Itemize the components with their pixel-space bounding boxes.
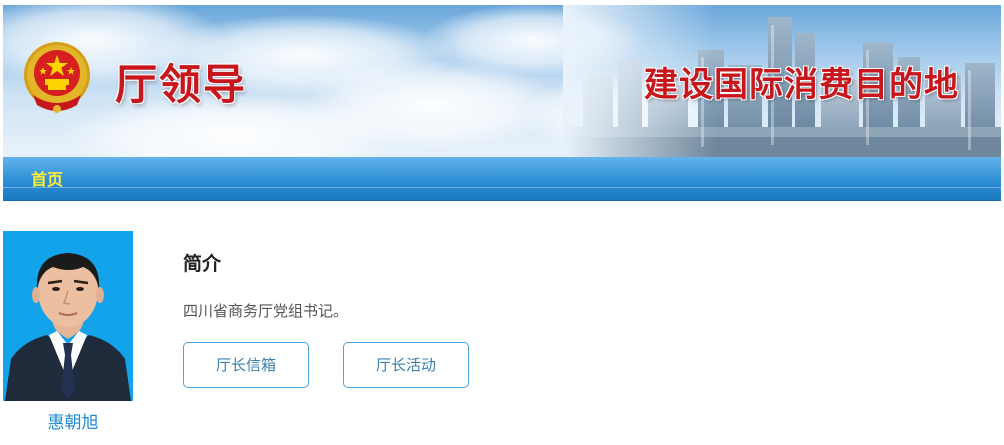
nav-home-link[interactable]: 首页 — [31, 166, 63, 190]
official-portrait-photo — [3, 231, 133, 401]
main-nav-bar: 首页 — [3, 157, 1001, 201]
banner-slogan: 建设国际消费目的地 — [644, 65, 959, 105]
page-title: 厅领导 — [115, 60, 248, 109]
intro-heading: 简介 — [183, 253, 222, 275]
intro-text: 四川省商务厅党组书记。 — [183, 302, 349, 320]
portrait-figure — [5, 253, 131, 401]
header-banner: 厅领导 建设国际消费目的地 — [3, 5, 1001, 157]
official-name-link[interactable]: 惠朝旭 — [3, 408, 143, 433]
director-mailbox-button[interactable]: 厅长信箱 — [183, 342, 309, 388]
director-activities-button[interactable]: 厅长活动 — [343, 342, 469, 388]
national-emblem-icon — [24, 42, 90, 113]
